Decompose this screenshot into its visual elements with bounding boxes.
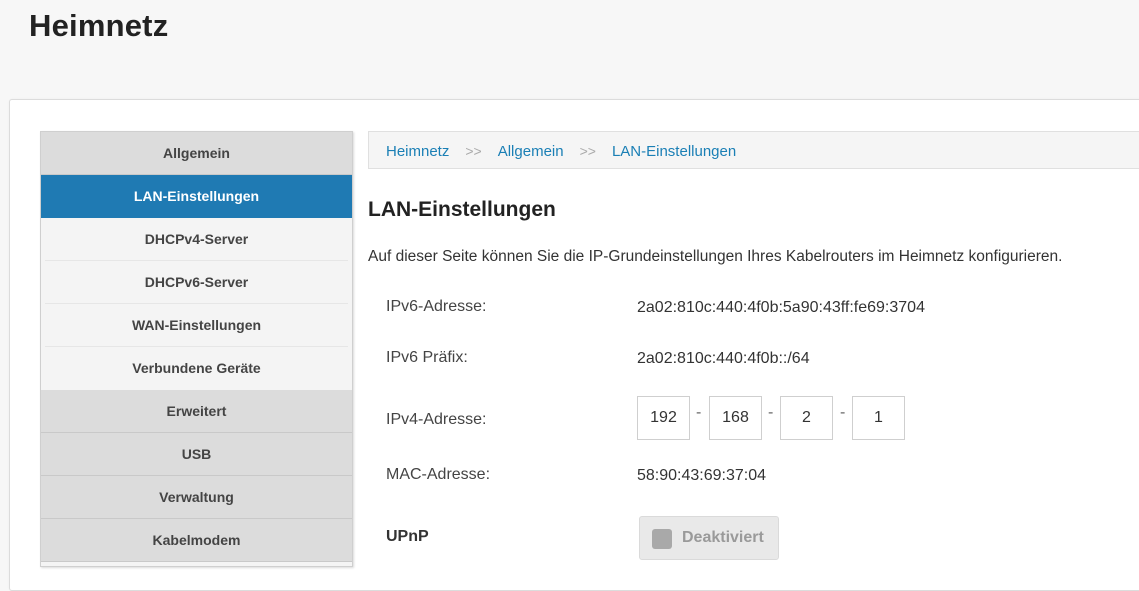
intro-text: Auf dieser Seite können Sie die IP-Grund… [368,248,1063,265]
ipv4-octet-3-input[interactable] [780,396,833,440]
sidebar-item-kabelmodem[interactable]: Kabelmodem [41,519,352,562]
breadcrumb: Heimnetz >> Allgemein >> LAN-Einstellungen [368,131,1139,169]
ipv4-address-label: IPv4-Adresse: [386,411,487,428]
upnp-label: UPnP [386,528,429,545]
breadcrumb-link-lan-einstellungen[interactable]: LAN-Einstellungen [612,143,736,160]
sidebar-item-verbundene-geraete[interactable]: Verbundene Geräte [45,347,348,390]
ipv6-prefix-value: 2a02:810c:440:4f0b::/64 [637,350,810,367]
mac-address-label: MAC-Adresse: [386,466,491,483]
breadcrumb-link-allgemein[interactable]: Allgemein [498,143,564,160]
ipv6-address-label: IPv6-Adresse: [386,298,487,315]
ipv4-octet-4-input[interactable] [852,396,905,440]
upnp-toggle[interactable]: Deaktiviert [639,516,779,560]
sidebar-item-lan-einstellungen[interactable]: LAN-Einstellungen [41,175,352,218]
breadcrumb-link-heimnetz[interactable]: Heimnetz [386,143,449,160]
breadcrumb-separator: >> [465,143,482,159]
ipv4-separator: - [840,404,846,421]
sidebar-item-dhcpv6-server[interactable]: DHCPv6-Server [45,261,348,304]
ipv6-prefix-label: IPv6 Präfix: [386,349,468,366]
sidebar: Allgemein LAN-Einstellungen DHCPv4-Serve… [40,131,353,567]
ipv4-separator: - [696,404,702,421]
sidebar-item-erweitert[interactable]: Erweitert [41,390,352,433]
sidebar-item-wan-einstellungen[interactable]: WAN-Einstellungen [45,304,348,347]
sidebar-item-usb[interactable]: USB [41,433,352,476]
ipv6-address-value: 2a02:810c:440:4f0b:5a90:43ff:fe69:3704 [637,299,925,316]
page-title: Heimnetz [29,8,169,43]
sidebar-item-allgemein[interactable]: Allgemein [41,132,352,175]
mac-address-value: 58:90:43:69:37:04 [637,467,767,484]
toggle-knob [652,529,672,549]
sidebar-item-dhcpv4-server[interactable]: DHCPv4-Server [45,218,348,261]
section-title: LAN-Einstellungen [368,198,556,221]
upnp-state-label: Deaktiviert [682,529,764,546]
ipv4-octet-1-input[interactable] [637,396,690,440]
ipv4-separator: - [768,404,774,421]
breadcrumb-separator: >> [579,143,596,159]
ipv4-octet-2-input[interactable] [709,396,762,440]
sidebar-item-verwaltung[interactable]: Verwaltung [41,476,352,519]
